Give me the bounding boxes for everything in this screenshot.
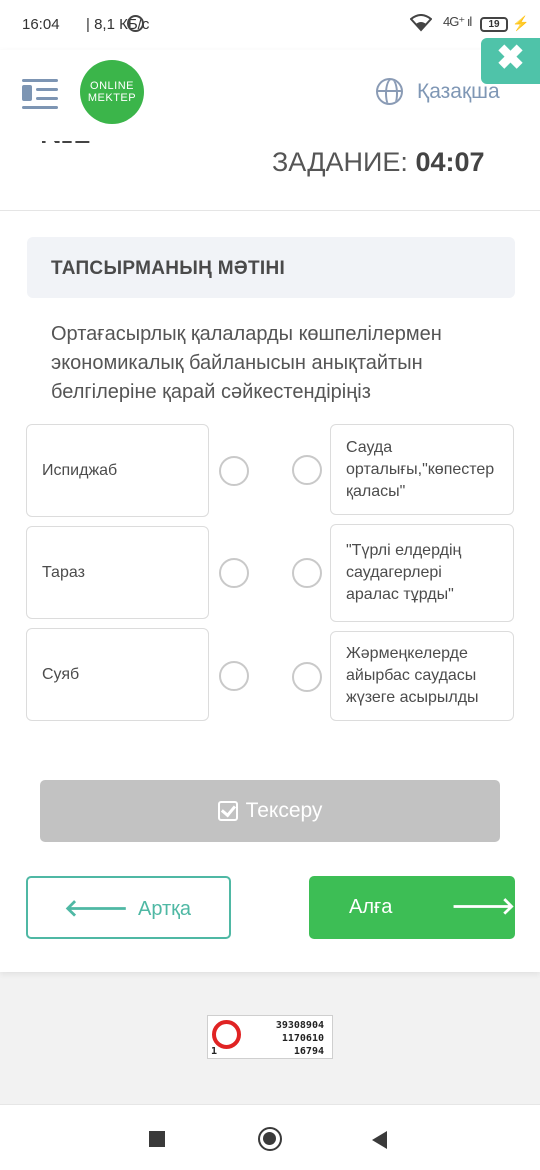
- counter-line: 39308904: [275, 1020, 324, 1031]
- check-button[interactable]: Тексеру: [40, 780, 500, 842]
- match-right-radio[interactable]: [292, 455, 322, 485]
- back-triangle-icon[interactable]: [372, 1131, 387, 1149]
- menu-toggle-button[interactable]: [22, 77, 58, 109]
- match-left-radio[interactable]: [219, 558, 249, 588]
- match-left-item[interactable]: Испиджаб: [26, 424, 209, 517]
- wifi-icon: [409, 14, 433, 37]
- timer-label: ЗАДАНИЕ:: [272, 147, 408, 177]
- recent-apps-icon[interactable]: [149, 1131, 165, 1147]
- match-left-label: Суяб: [42, 665, 80, 683]
- logo-line-2: MEKTEP: [87, 92, 137, 104]
- match-left-label: Тараз: [42, 563, 85, 581]
- counter-corner: 1: [211, 1046, 218, 1057]
- match-right-item[interactable]: Жәрмеңкелерде айырбас саудасы жүзеге асы…: [330, 631, 514, 721]
- system-nav-bar: [0, 1104, 540, 1170]
- signal-icon: 4G⁺ ıl: [443, 14, 472, 29]
- match-right-radio[interactable]: [292, 558, 322, 588]
- task-timer: ЗАДАНИЕ: 04:07: [272, 147, 485, 178]
- match-left-radio[interactable]: [219, 456, 249, 486]
- match-right-radio[interactable]: [292, 662, 322, 692]
- timer-value: 04:07: [415, 147, 485, 177]
- match-left-item[interactable]: Суяб: [26, 628, 209, 721]
- back-button[interactable]: 🡐 Артқа: [26, 876, 231, 939]
- match-right-label: Жәрмеңкелерде айырбас саудасы жүзеге асы…: [346, 645, 479, 706]
- match-right-label: Сауда орталығы,"көпестер қаласы": [346, 438, 495, 500]
- back-button-label: Артқа: [138, 898, 192, 920]
- match-right-item[interactable]: Сауда орталығы,"көпестер қаласы": [330, 424, 514, 515]
- section-header: ТАПСЫРМАНЫҢ МӘТІНІ: [27, 237, 515, 298]
- section-title: ТАПСЫРМАНЫҢ МӘТІНІ: [51, 258, 286, 279]
- globe-icon: [376, 78, 403, 105]
- check-button-label: Тексеру: [245, 799, 323, 822]
- arrow-right-icon: 🡒: [451, 893, 516, 920]
- checkbox-icon: [217, 801, 238, 821]
- whatsapp-icon: [127, 15, 144, 32]
- home-icon[interactable]: [258, 1127, 282, 1151]
- task-number-text: №1: [40, 141, 90, 151]
- match-left-label: Испиджаб: [42, 461, 118, 479]
- next-button-label: Алға: [349, 896, 393, 918]
- arrow-left-icon: 🡐: [64, 895, 129, 922]
- counter-line: 1170610: [281, 1033, 324, 1044]
- status-bar: 16:04 | 8,1 КБ/с 4G⁺ ıl 19 ⚡: [0, 0, 540, 50]
- match-right-label: "Түрлі елдердің саудагерлері аралас тұрд…: [346, 542, 462, 603]
- counter-logo-icon: [212, 1020, 241, 1049]
- match-left-item[interactable]: Тараз: [26, 526, 209, 619]
- counter-numbers: 39308904 1170610 16794: [276, 1019, 324, 1058]
- visitor-counter[interactable]: 39308904 1170610 16794 1: [207, 1015, 333, 1059]
- close-button[interactable]: ✖: [481, 38, 540, 84]
- menu-line: [36, 97, 58, 100]
- menu-line: [36, 88, 58, 91]
- match-left-radio[interactable]: [219, 661, 249, 691]
- menu-line: [22, 106, 58, 109]
- language-selector[interactable]: Қазақша: [376, 78, 500, 105]
- counter-line: 16794: [293, 1046, 324, 1057]
- online-mektep-logo[interactable]: ONLINE MEKTEP: [80, 60, 144, 124]
- task-number-clipped: №1: [40, 141, 120, 151]
- next-button[interactable]: Алға 🡒: [309, 876, 515, 939]
- menu-line: [22, 79, 58, 82]
- charging-icon: ⚡: [512, 15, 530, 31]
- menu-chevron-icon: [22, 85, 32, 101]
- match-right-item[interactable]: "Түрлі елдердің саудагерлері аралас тұрд…: [330, 524, 514, 622]
- battery-icon: 19: [480, 17, 508, 32]
- question-text: Ортағасырлық қалаларды көшпелілермен эко…: [51, 323, 442, 403]
- logo-line-1: ONLINE: [90, 80, 134, 92]
- status-time: 16:04: [22, 16, 60, 33]
- header-divider: [0, 210, 540, 211]
